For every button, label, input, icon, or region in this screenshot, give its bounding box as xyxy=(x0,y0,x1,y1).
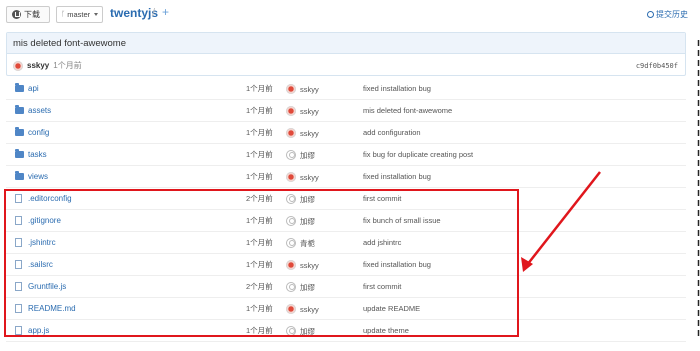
annotation-arrow-icon xyxy=(521,171,601,272)
